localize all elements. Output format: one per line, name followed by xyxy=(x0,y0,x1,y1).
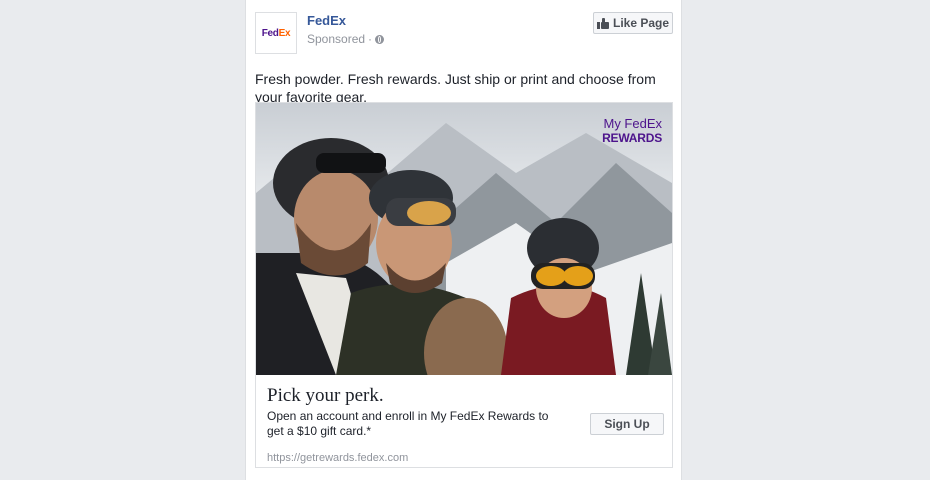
thumbs-up-icon xyxy=(596,17,609,29)
logo-ex-text: Ex xyxy=(278,27,291,39)
post-message: Fresh powder. Fresh rewards. Just ship o… xyxy=(255,71,656,105)
sponsored-label[interactable]: Sponsored xyxy=(307,32,365,46)
ad-headline[interactable]: Pick your perk. xyxy=(267,385,384,407)
sign-up-button[interactable]: Sign Up xyxy=(590,413,664,435)
my-fedex-rewards-overlay: My FedEx REWARDS xyxy=(602,116,662,146)
like-page-button[interactable]: Like Page xyxy=(593,12,673,34)
sponsored-line: Sponsored · xyxy=(307,32,385,46)
ad-display-url[interactable]: https://getrewards.fedex.com xyxy=(267,452,408,464)
fedex-logo: FedEx xyxy=(262,28,291,39)
ad-image[interactable]: My FedEx REWARDS xyxy=(256,103,672,375)
overlay-line-1: My FedEx xyxy=(603,116,662,131)
globe-icon xyxy=(375,34,385,44)
page-name-link[interactable]: FedEx xyxy=(307,13,346,28)
logo-fed-text: Fed xyxy=(261,27,279,39)
overlay-line-2: REWARDS xyxy=(602,131,662,145)
sponsored-post-card: FedEx FedEx Sponsored · Like Page Fresh … xyxy=(245,0,682,480)
ad-attachment[interactable]: My FedEx REWARDS Pick your perk. Open an… xyxy=(255,102,673,468)
like-page-label: Like Page xyxy=(612,16,670,30)
separator: · xyxy=(368,32,373,46)
page-avatar[interactable]: FedEx xyxy=(255,12,297,54)
ad-description: Open an account and enroll in My FedEx R… xyxy=(267,409,549,438)
